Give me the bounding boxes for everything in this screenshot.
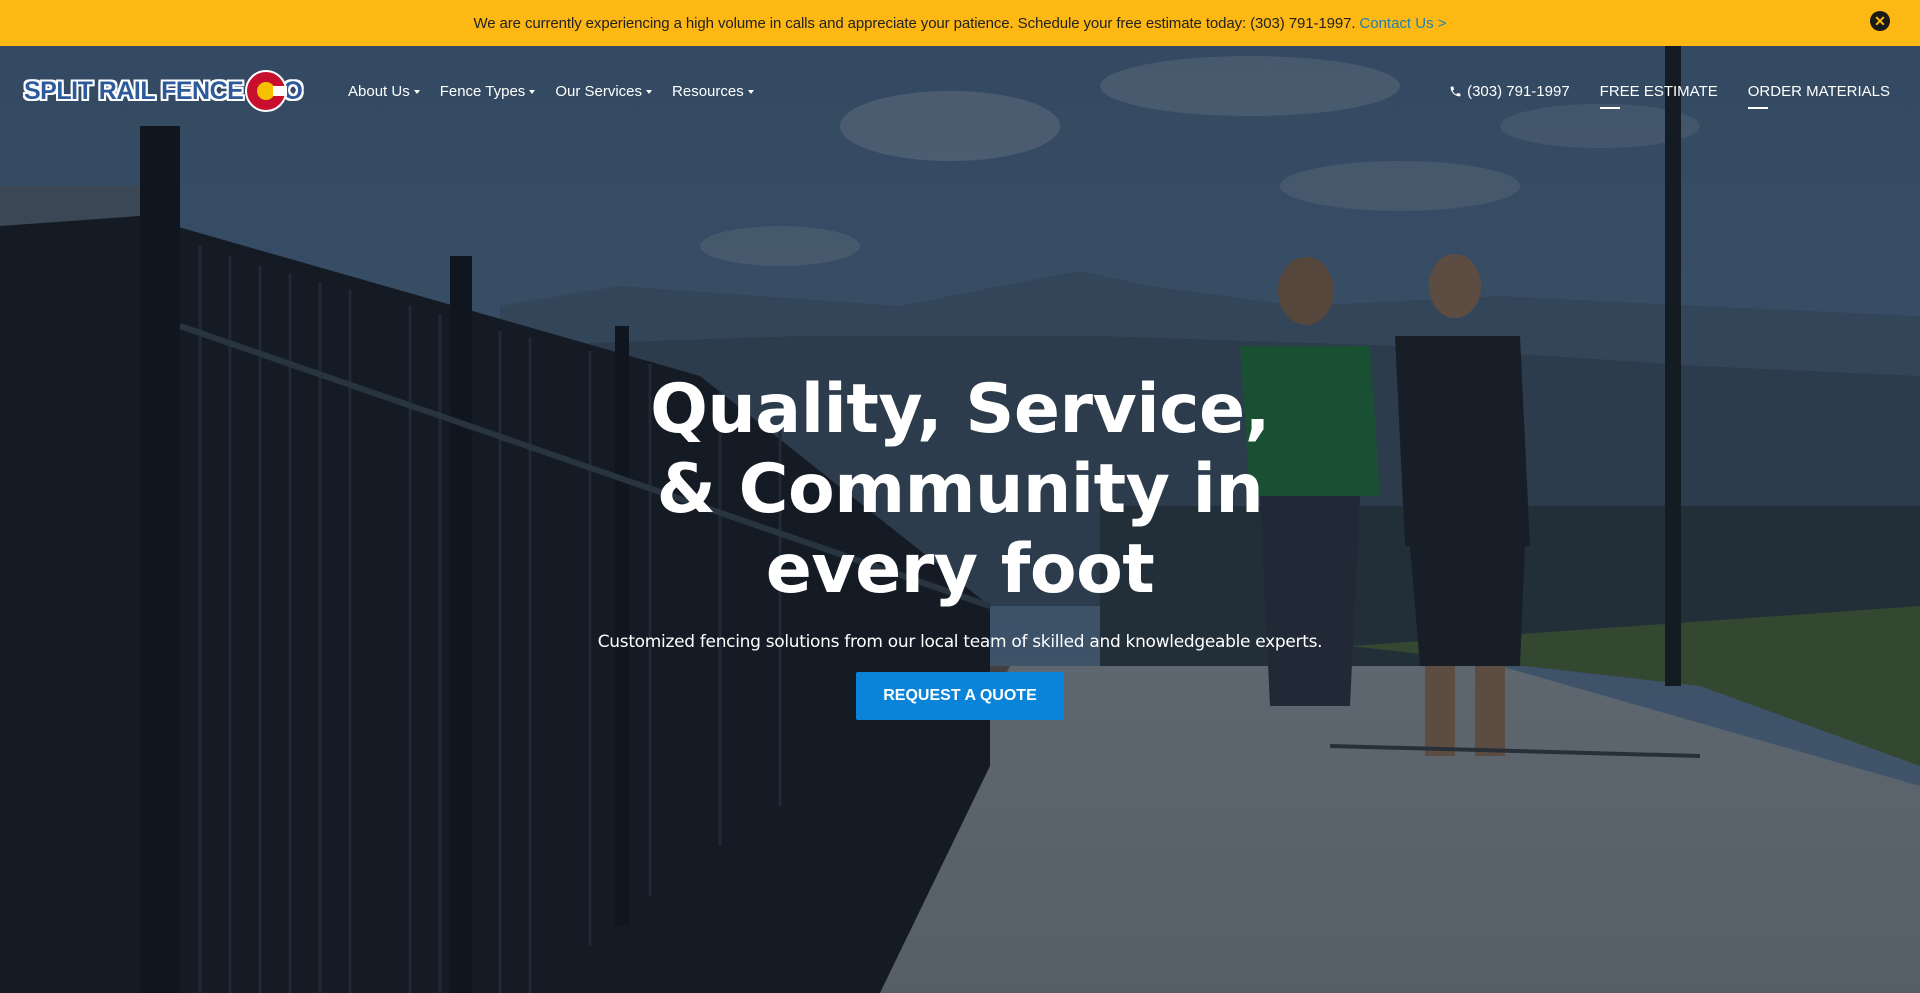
announcement-message: We are currently experiencing a high vol…: [473, 14, 1356, 32]
nav-label: Fence Types: [439, 83, 526, 100]
colorado-flag-icon: [245, 70, 288, 112]
headline-line: Quality, Service,: [650, 370, 1270, 449]
free-estimate-link[interactable]: FREE ESTIMATE: [1599, 83, 1718, 109]
phone-link[interactable]: (303) 791-1997: [1449, 83, 1570, 100]
phone-number: (303) 791-1997: [1467, 83, 1570, 100]
contact-us-link[interactable]: Contact Us >: [1359, 15, 1446, 32]
hero-content: Quality, Service, & Community in every f…: [0, 370, 1920, 720]
headline-line: every foot: [765, 530, 1155, 609]
headline-line: & Community in: [656, 450, 1264, 529]
header-actions: (303) 791-1997 FREE ESTIMATE ORDER MATER…: [1449, 83, 1890, 109]
announcement-bar: We are currently experiencing a high vol…: [0, 0, 1920, 46]
nav-about-us[interactable]: About Us: [348, 83, 420, 100]
logo[interactable]: SPLIT RAIL FENCE O: [24, 70, 303, 112]
hero-headline: Quality, Service, & Community in every f…: [640, 370, 1280, 610]
caret-down-icon: [529, 89, 536, 94]
caret-down-icon: [747, 89, 754, 94]
nav-resources[interactable]: Resources: [672, 83, 754, 100]
site-header: SPLIT RAIL FENCE O About Us Fence Types …: [0, 46, 1920, 136]
nav-fence-types[interactable]: Fence Types: [440, 83, 536, 100]
nav-label: Our Services: [555, 83, 643, 100]
main-nav: About Us Fence Types Our Services Resour…: [348, 83, 754, 100]
caret-down-icon: [413, 89, 420, 94]
free-estimate-label: FREE ESTIMATE: [1599, 83, 1718, 100]
underline-accent: [1747, 107, 1768, 109]
nav-our-services[interactable]: Our Services: [555, 83, 653, 100]
nav-label: About Us: [348, 83, 410, 100]
nav-label: Resources: [672, 83, 744, 100]
request-quote-button[interactable]: REQUEST A QUOTE: [856, 672, 1064, 720]
order-materials-label: ORDER MATERIALS: [1747, 83, 1890, 100]
logo-text: SPLIT RAIL FENCE: [24, 76, 244, 105]
close-icon[interactable]: ✕: [1870, 11, 1890, 31]
order-materials-link[interactable]: ORDER MATERIALS: [1747, 83, 1890, 109]
caret-down-icon: [646, 89, 653, 94]
hero-subheadline: Customized fencing solutions from our lo…: [597, 632, 1323, 652]
phone-icon: [1450, 86, 1461, 97]
underline-accent: [1599, 107, 1620, 109]
